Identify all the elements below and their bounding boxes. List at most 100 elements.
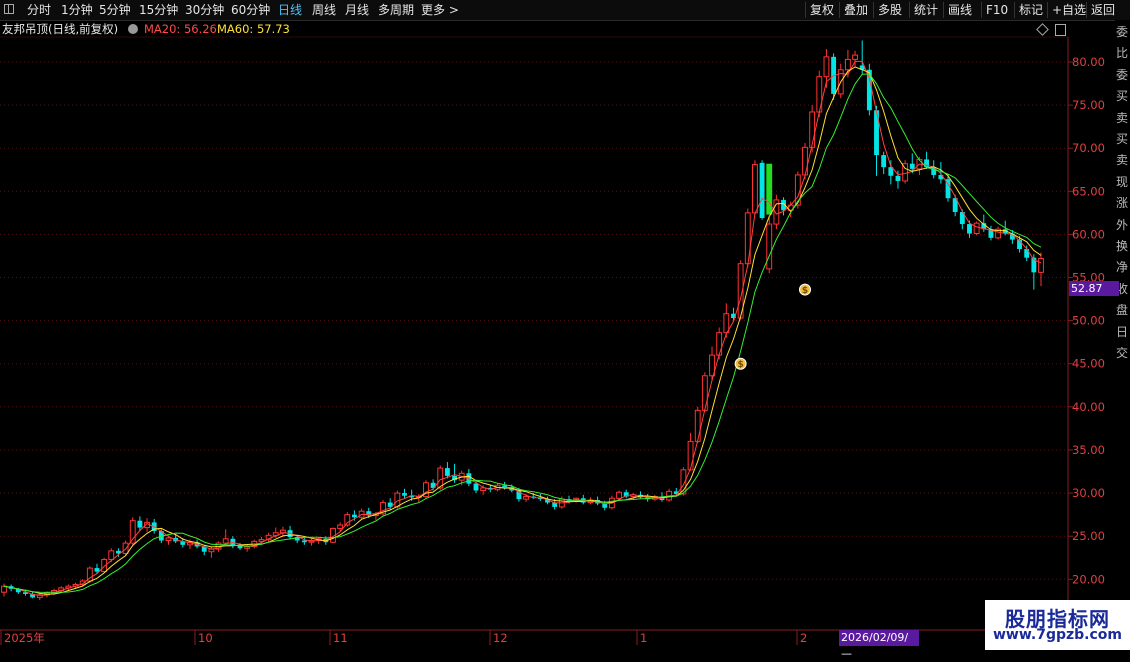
candle-body: [802, 146, 808, 176]
candle-body: [1038, 258, 1044, 273]
tool-button-5[interactable]: F10: [986, 0, 1008, 20]
candle-body: [502, 485, 508, 488]
candle-body: [473, 483, 479, 491]
tab-period-0[interactable]: 分时: [27, 0, 51, 20]
candle-body: [852, 54, 858, 60]
tab-period-8[interactable]: 月线: [345, 0, 369, 20]
candle-body: [895, 175, 901, 181]
tool-button-3[interactable]: 统计: [914, 0, 938, 20]
candle-body: [165, 537, 172, 542]
menu-icon[interactable]: [4, 4, 14, 14]
side-panel-label: 卖: [1116, 111, 1129, 124]
y-tick-label: 60.00: [1072, 227, 1105, 241]
toolbar-divider: [1047, 2, 1048, 18]
y-tick-label: 45.00: [1072, 357, 1105, 371]
candle-body: [973, 222, 980, 235]
side-panel-label: 交: [1116, 347, 1129, 359]
tab-period-9[interactable]: 多周期: [378, 0, 414, 20]
side-panel-label: 日: [1116, 325, 1129, 338]
candle-body: [751, 164, 758, 214]
x-axis-label: 10: [198, 631, 213, 645]
toolbar-divider: [909, 2, 910, 18]
watermark: 股朋指标网 www.7gpzb.com: [985, 600, 1130, 650]
tab-period-1[interactable]: 1分钟: [61, 0, 93, 20]
ma-fast-line: [3, 60, 1042, 596]
tool-button-8[interactable]: 返回: [1091, 0, 1115, 20]
y-tick-label: 20.00: [1072, 572, 1105, 586]
tab-period-10[interactable]: 更多 >: [421, 0, 459, 20]
y-tick-label: 40.00: [1072, 400, 1105, 414]
money-bag-symbol: $: [737, 360, 743, 370]
y-tick-label: 25.00: [1072, 529, 1105, 543]
tool-button-2[interactable]: 多股: [878, 0, 902, 20]
side-panel-label: 盘: [1116, 304, 1129, 317]
candle-body: [137, 520, 143, 528]
quote-side-panel: 委比委买卖买卖现涨外换净收盘日交: [1115, 20, 1130, 630]
tool-button-7[interactable]: +自选: [1052, 0, 1086, 20]
toolbar-divider: [1014, 2, 1015, 18]
y-tick-label: 65.00: [1072, 184, 1105, 198]
candle-body: [694, 409, 701, 442]
candle-body: [716, 332, 723, 356]
tool-button-0[interactable]: 复权: [810, 0, 834, 20]
tool-button-4[interactable]: 画线: [948, 0, 972, 20]
candle-body: [967, 224, 972, 234]
side-panel-label: 比: [1116, 47, 1129, 60]
x-axis-label: 1: [640, 631, 647, 645]
candle-body: [352, 514, 357, 518]
candle-body: [301, 540, 307, 543]
x-axis-label: 12: [493, 631, 508, 645]
candle-body: [402, 493, 407, 496]
tool-button-6[interactable]: 标记: [1019, 0, 1043, 20]
candle-body: [94, 568, 100, 572]
toolbar-divider: [1086, 2, 1087, 18]
candle-body: [766, 223, 773, 270]
side-panel-label: 涨: [1116, 197, 1129, 210]
ma-slow-line: [3, 73, 1042, 593]
candle-body: [874, 110, 879, 156]
side-panel-label: 委: [1116, 26, 1129, 38]
candle-body: [723, 313, 730, 334]
candle-body: [759, 162, 765, 219]
y-tick-label: 70.00: [1072, 141, 1105, 155]
tab-period-5[interactable]: 60分钟: [231, 0, 270, 20]
candlestick-chart[interactable]: 80.0075.0070.0065.0060.0055.0050.0045.00…: [0, 20, 1115, 650]
price-tag: 52.87: [1069, 281, 1119, 296]
side-panel-label: 换: [1116, 240, 1129, 252]
tool-button-1[interactable]: 叠加: [844, 0, 868, 20]
candle-body: [909, 163, 915, 169]
toolbar-divider: [943, 2, 944, 18]
candle-body: [523, 496, 530, 500]
side-panel-label: 买: [1116, 133, 1129, 145]
crosshair-date-tag: 2026/02/09/—: [839, 630, 919, 660]
x-axis-label: 2: [800, 631, 807, 645]
candle-body: [809, 111, 816, 148]
tab-period-4[interactable]: 30分钟: [185, 0, 224, 20]
x-axis-label: 11: [333, 631, 348, 645]
tab-period-7[interactable]: 周线: [312, 0, 336, 20]
y-tick-label: 75.00: [1072, 98, 1105, 112]
money-bag-symbol: $: [802, 286, 808, 296]
toolbar-divider: [839, 2, 840, 18]
y-tick-label: 50.00: [1072, 314, 1105, 328]
tab-period-6[interactable]: 日线: [278, 0, 302, 20]
side-panel-label: 外: [1116, 218, 1129, 231]
candle-body: [1, 585, 7, 593]
candle-body: [881, 155, 887, 168]
candle-body: [616, 491, 622, 499]
x-axis-label: 2025年: [4, 631, 45, 645]
toolbar-divider: [805, 2, 806, 18]
watermark-url: www.7gpzb.com: [992, 627, 1122, 643]
tab-period-2[interactable]: 5分钟: [99, 0, 131, 20]
toolbar-divider: [873, 2, 874, 18]
candle-body: [108, 550, 115, 560]
ma-mid-line: [3, 66, 1042, 595]
toolbar-divider: [981, 2, 982, 18]
candle-body: [844, 58, 851, 71]
highlight-candle-body: [766, 163, 773, 215]
y-tick-label: 80.00: [1072, 55, 1105, 69]
side-panel-label: 委: [1116, 68, 1129, 81]
tab-period-3[interactable]: 15分钟: [139, 0, 178, 20]
side-panel-label: 卖: [1116, 154, 1129, 167]
side-panel-label: 现: [1116, 175, 1129, 188]
